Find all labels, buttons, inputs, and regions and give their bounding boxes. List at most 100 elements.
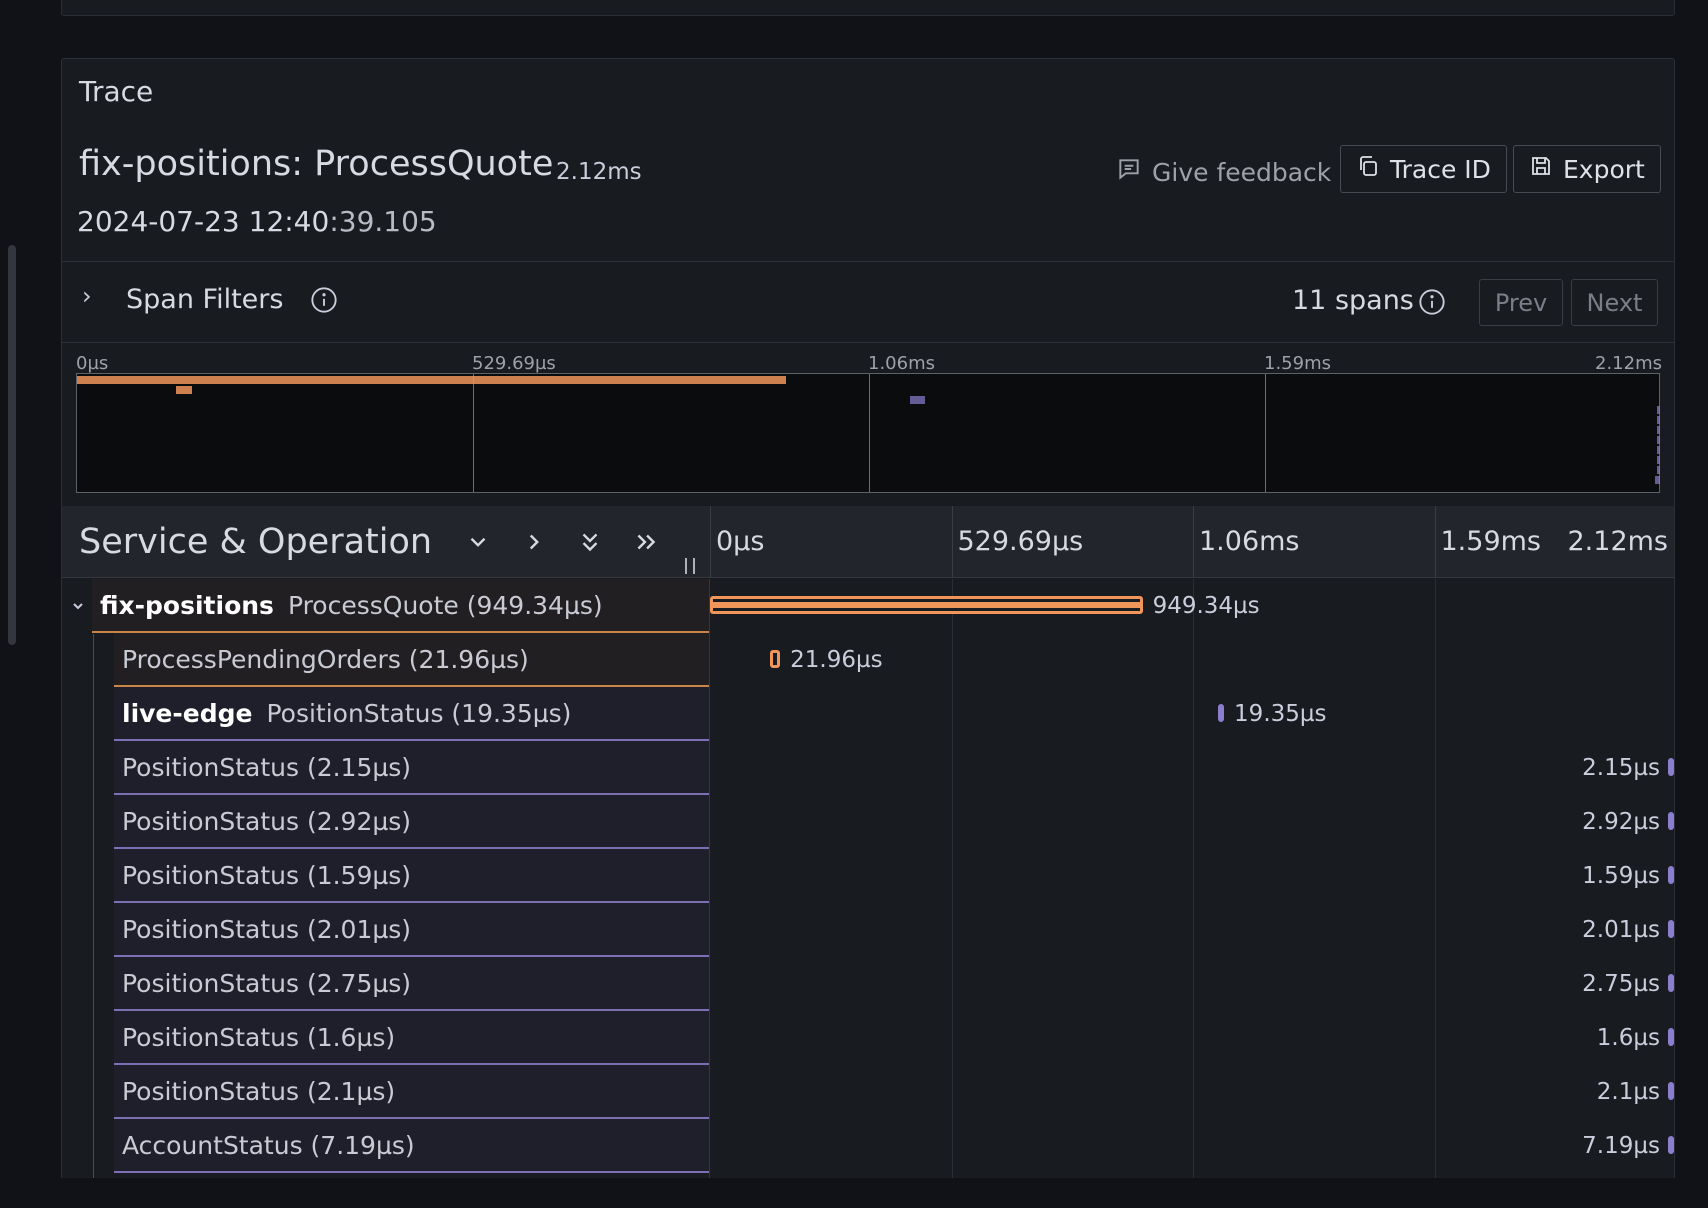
copy-icon xyxy=(1356,154,1380,184)
minimap-tick-label: 1.06ms xyxy=(868,353,935,374)
page-scrollbar[interactable] xyxy=(8,245,16,645)
export-button[interactable]: Export xyxy=(1513,145,1661,193)
minimap-span-bar xyxy=(1657,426,1660,434)
span-bar[interactable] xyxy=(1668,1028,1674,1046)
span-name-cell[interactable]: PositionStatus (1.59µs) xyxy=(114,849,709,903)
operation-name: ProcessQuote (949.34µs) xyxy=(287,590,603,620)
timeline-tick-label: 529.69µs xyxy=(957,526,1084,557)
span-row[interactable]: fix-positions ProcessQuote (949.34µs) 949.… xyxy=(62,579,1674,633)
operation-name: PositionStatus (2.15µs) xyxy=(122,752,412,782)
info-icon[interactable] xyxy=(310,286,338,318)
minimap-tick-label: 1.59ms xyxy=(1264,353,1331,374)
minimap-span-bar xyxy=(1657,436,1660,444)
timeline-tick-label: 1.06ms xyxy=(1199,526,1300,557)
span-name-cell[interactable]: PositionStatus (1.6µs) xyxy=(114,1011,709,1065)
column-resize-handle[interactable] xyxy=(685,558,695,574)
span-duration-label: 949.34µs xyxy=(1152,593,1260,619)
span-filters-toggle[interactable]: Span Filters xyxy=(126,284,283,315)
minimap-span-bar xyxy=(1657,466,1660,474)
span-name-cell[interactable]: PositionStatus (2.01µs) xyxy=(114,903,709,957)
timeline-tick-label: 1.59ms xyxy=(1440,526,1542,557)
span-table-header: Service & Operation 0µs 529.69µs 1.06ms 1.5… xyxy=(62,506,1674,578)
header-gridline xyxy=(1434,506,1436,577)
span-row[interactable]: AccountStatus (7.19µs) 7.19µs xyxy=(62,1119,1674,1173)
tree-guide-line xyxy=(93,634,94,1178)
span-bar[interactable] xyxy=(1668,1136,1674,1154)
span-duration-label: 19.35µs xyxy=(1234,701,1327,727)
expand-all-icon[interactable] xyxy=(628,524,664,560)
operation-name: PositionStatus (2.75µs) xyxy=(122,968,412,998)
span-bar[interactable] xyxy=(710,596,1143,614)
expand-one-icon[interactable] xyxy=(516,524,552,560)
trace-id-label: Trace ID xyxy=(1390,154,1491,184)
trace-minimap[interactable]: 0µs 529.69µs 1.06ms 1.59ms 2.12ms xyxy=(62,345,1674,495)
panel-title: Trace xyxy=(79,75,154,108)
operation-name: PositionStatus (2.01µs) xyxy=(122,914,412,944)
span-row[interactable]: live-edge PositionStatus (19.35µs) 19.35µs xyxy=(62,687,1674,741)
span-duration-label: 2.01µs xyxy=(1582,917,1660,943)
span-name-cell[interactable]: PositionStatus (2.1µs) xyxy=(114,1065,709,1119)
export-label: Export xyxy=(1563,154,1645,184)
next-match-button[interactable]: Next xyxy=(1571,279,1658,326)
minimap-canvas[interactable] xyxy=(76,373,1661,493)
trace-id-button[interactable]: Trace ID xyxy=(1340,145,1507,193)
span-name-cell[interactable]: PositionStatus (2.75µs) xyxy=(114,957,709,1011)
span-duration-label: 7.19µs xyxy=(1582,1133,1660,1159)
span-row[interactable]: PositionStatus (2.92µs) 2.92µs xyxy=(62,795,1674,849)
chevron-right-icon[interactable]: › xyxy=(82,282,92,310)
span-duration-label: 2.75µs xyxy=(1582,971,1660,997)
info-icon[interactable] xyxy=(1418,288,1446,320)
span-bar[interactable] xyxy=(770,650,781,668)
timestamp-main: 2024-07-23 12:40 xyxy=(77,205,330,238)
span-duration-label: 2.15µs xyxy=(1582,755,1660,781)
comment-icon xyxy=(1116,156,1142,188)
operation-name: AccountStatus (7.19µs) xyxy=(122,1130,415,1160)
span-bar[interactable] xyxy=(1668,1082,1674,1100)
span-bar[interactable] xyxy=(1668,920,1674,938)
span-bar[interactable] xyxy=(1668,812,1674,830)
span-name-cell[interactable]: fix-positions ProcessQuote (949.34µs) xyxy=(92,579,709,633)
minimap-span-bar xyxy=(77,376,787,384)
span-row[interactable]: PositionStatus (2.01µs) 2.01µs xyxy=(62,903,1674,957)
span-name-cell[interactable]: ProcessPendingOrders (21.96µs) xyxy=(114,633,709,687)
span-bar[interactable] xyxy=(1218,704,1225,722)
span-duration-label: 2.1µs xyxy=(1596,1079,1660,1105)
trace-name: fix-positions: ProcessQuote xyxy=(79,144,554,184)
span-row[interactable]: PositionStatus (1.59µs) 1.59µs xyxy=(62,849,1674,903)
trace-timestamp: 2024-07-23 12:40:39.105 xyxy=(77,205,437,238)
span-bar[interactable] xyxy=(1668,758,1674,776)
minimap-span-bar xyxy=(910,396,925,404)
collapse-all-icon[interactable] xyxy=(572,524,608,560)
span-bar[interactable] xyxy=(1668,866,1674,884)
span-duration-label: 1.6µs xyxy=(1596,1025,1660,1051)
timeline-tick-label: 0µs xyxy=(716,526,765,557)
span-name-cell[interactable]: live-edge PositionStatus (19.35µs) xyxy=(114,687,709,741)
span-duration-label: 21.96µs xyxy=(790,647,883,673)
span-row[interactable]: PositionStatus (2.75µs) 2.75µs xyxy=(62,957,1674,1011)
minimap-gridline xyxy=(869,374,870,492)
operation-name: PositionStatus (2.92µs) xyxy=(122,806,412,836)
minimap-tick-label: 2.12ms xyxy=(1595,353,1662,374)
collapse-one-icon[interactable] xyxy=(460,524,496,560)
span-row[interactable]: PositionStatus (1.6µs) 1.6µs xyxy=(62,1011,1674,1065)
span-name-cell[interactable]: AccountStatus (7.19µs) xyxy=(114,1119,709,1173)
span-row[interactable]: PositionStatus (2.1µs) 2.1µs xyxy=(62,1065,1674,1119)
span-name-cell[interactable]: PositionStatus (2.15µs) xyxy=(114,741,709,795)
trace-duration: 2.12ms xyxy=(556,159,642,185)
span-row[interactable]: ProcessPendingOrders (21.96µs) 21.96µs xyxy=(62,633,1674,687)
chevron-down-icon[interactable] xyxy=(70,595,86,619)
span-bar-fill xyxy=(713,602,1140,608)
minimap-span-bar xyxy=(1657,446,1660,454)
span-bar[interactable] xyxy=(1668,974,1674,992)
header-gridline xyxy=(1193,506,1194,577)
span-name-cell[interactable]: PositionStatus (2.92µs) xyxy=(114,795,709,849)
give-feedback-label: Give feedback xyxy=(1152,157,1332,187)
minimap-tick-label: 0µs xyxy=(76,353,109,374)
give-feedback-link[interactable]: Give feedback xyxy=(1116,149,1331,195)
span-row[interactable]: PositionStatus (2.15µs) 2.15µs xyxy=(62,741,1674,795)
header-gridline xyxy=(710,506,711,577)
minimap-span-bar xyxy=(1657,456,1660,464)
prev-match-button[interactable]: Prev xyxy=(1479,279,1563,326)
timestamp-fraction: :39.105 xyxy=(329,205,437,238)
minimap-span-bar xyxy=(1657,416,1660,424)
